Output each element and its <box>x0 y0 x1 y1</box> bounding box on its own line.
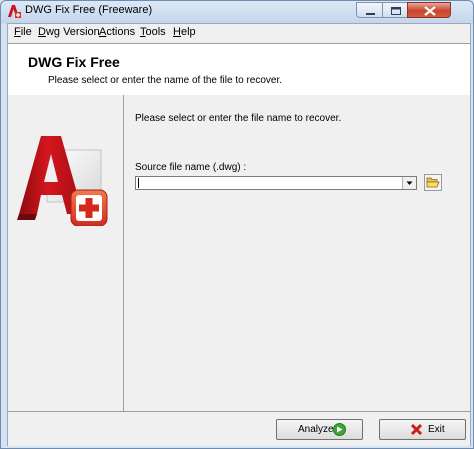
recover-panel: Please select or enter the file name to … <box>124 95 470 411</box>
minimize-icon <box>366 13 375 15</box>
source-file-combobox[interactable] <box>135 176 417 190</box>
combo-dropdown-button[interactable] <box>402 177 416 189</box>
folder-open-icon <box>424 174 442 191</box>
browse-button[interactable] <box>424 174 442 191</box>
page-title: DWG Fix Free <box>28 54 120 70</box>
client-area: File Dwg Version Actions Tools Help DWG … <box>7 23 471 446</box>
page-subtitle: Please select or enter the name of the f… <box>48 75 283 86</box>
button-bar: Analyze Exit <box>8 411 470 446</box>
analyze-button[interactable]: Analyze <box>276 419 363 440</box>
text-caret <box>138 178 139 188</box>
menu-bar: File Dwg Version Actions Tools Help <box>8 24 470 41</box>
analyze-label: Analyze <box>298 424 334 435</box>
logo-panel <box>8 95 124 411</box>
menu-help[interactable]: Help <box>173 26 196 38</box>
recover-prompt: Please select or enter the file name to … <box>135 113 342 124</box>
dwg-fix-logo-icon <box>17 136 108 226</box>
window-title: DWG Fix Free (Freeware) <box>25 4 153 16</box>
menu-file[interactable]: File <box>14 26 32 38</box>
minimize-button[interactable] <box>356 2 383 18</box>
menu-tools[interactable]: Tools <box>140 26 166 38</box>
menu-actions[interactable]: Actions <box>99 26 135 38</box>
app-window: DWG Fix Free (Freeware) File Dwg Version… <box>0 0 474 449</box>
x-icon <box>410 423 423 436</box>
arrow-right-icon <box>333 423 346 436</box>
exit-label: Exit <box>428 424 445 435</box>
close-button[interactable] <box>407 2 451 18</box>
menu-dwg-version[interactable]: Dwg Version <box>38 26 100 38</box>
wizard-header: DWG Fix Free Please select or enter the … <box>8 43 470 97</box>
source-file-label: Source file name (.dwg) : <box>135 162 247 173</box>
exit-button[interactable]: Exit <box>379 419 466 440</box>
maximize-button[interactable] <box>382 2 408 18</box>
chevron-down-icon <box>406 181 413 185</box>
maximize-icon <box>391 7 401 15</box>
dwg-app-icon <box>8 5 21 18</box>
title-bar[interactable]: DWG Fix Free (Freeware) <box>1 1 473 21</box>
close-icon <box>424 6 436 16</box>
